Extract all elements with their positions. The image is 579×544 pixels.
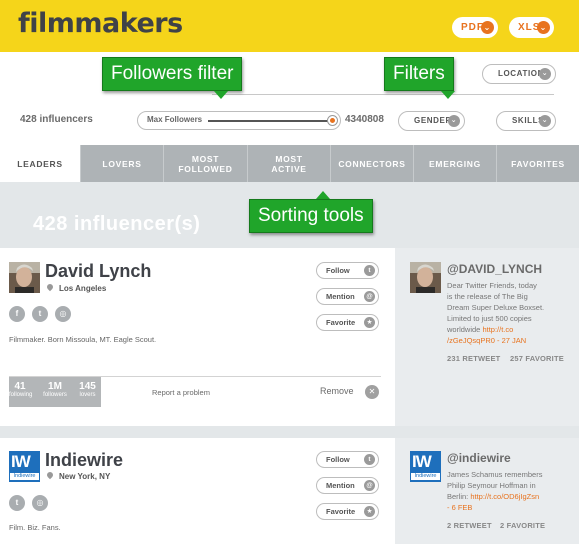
slider-handle[interactable]	[328, 116, 337, 125]
location-text: Los Angeles	[59, 284, 107, 293]
follow-label: Follow	[326, 266, 350, 275]
location-pin-icon	[45, 282, 55, 292]
chevron-down-icon: ⌄	[539, 68, 551, 80]
chevron-down-icon: ⌄	[539, 115, 551, 127]
tweet-text: James Schamus remembers Philip Seymour H…	[447, 470, 543, 513]
twitter-handle[interactable]: @indiewire	[447, 451, 511, 465]
stats-box: 41 following 1M followers 145 lovers	[9, 377, 101, 407]
tab-connectors[interactable]: CONNECTORS	[330, 145, 413, 182]
follow-label: Follow	[326, 455, 350, 464]
twitter-icon: t	[364, 454, 375, 465]
logo-subtext: Indiewire	[10, 473, 39, 480]
chevron-down-icon: ⌄	[481, 21, 494, 34]
callout-sorting-tools: Sorting tools	[249, 199, 373, 233]
sort-tabs: LEADERS LOVERS MOST FOLLOWED MOST ACTIVE…	[0, 145, 579, 182]
pdf-export-button[interactable]: PDF ⌄	[452, 17, 498, 38]
chevron-down-icon: ⌄	[448, 115, 460, 127]
location-filter-label: LOCATION	[498, 69, 544, 78]
influencer-name[interactable]: David Lynch	[45, 261, 151, 282]
tab-most-followed[interactable]: MOST FOLLOWED	[163, 145, 247, 182]
avatar: IW Indiewire	[410, 451, 441, 482]
stat-following: 41 following	[9, 381, 33, 398]
avatar	[410, 262, 441, 293]
twitter-icon[interactable]: t	[32, 306, 48, 322]
star-icon: ★	[364, 317, 375, 328]
tweet-text: Dear Twitter Friends, today is the relea…	[447, 281, 545, 346]
mention-button[interactable]: Mention @	[316, 288, 379, 305]
twitter-icon[interactable]: t	[9, 495, 25, 511]
filter-divider	[212, 94, 554, 95]
logo-subtext: Indiewire	[411, 473, 440, 480]
twitter-handle[interactable]: @DAVID_LYNCH	[447, 262, 542, 276]
mention-button[interactable]: Mention @	[316, 477, 379, 494]
follow-button[interactable]: Follow t	[316, 262, 379, 279]
globe-icon[interactable]: ◎	[32, 495, 48, 511]
results-count: 428 influencer(s)	[33, 213, 201, 235]
favorite-button[interactable]: Favorite ★	[316, 314, 379, 331]
slider-max-value: 4340808	[345, 114, 384, 125]
tweet-link[interactable]: /zGeJQsqPR0 - 27 JAN	[447, 335, 544, 346]
callout-arrow	[214, 91, 228, 99]
callout-arrow	[316, 191, 330, 199]
avatar[interactable]	[9, 262, 40, 293]
tab-most-active[interactable]: MOST ACTIVE	[247, 145, 330, 182]
xls-export-button[interactable]: XLS ⌄	[509, 17, 554, 38]
tab-emerging[interactable]: EMERGING	[413, 145, 496, 182]
retweet-count: 231 RETWEET	[447, 354, 501, 363]
max-followers-slider[interactable]: Max Followers	[137, 111, 341, 130]
gender-filter-button[interactable]: GENDER ⌄	[398, 111, 465, 131]
page-title: filmmakers	[18, 8, 183, 39]
report-problem-link[interactable]: Report a problem	[152, 388, 210, 397]
remove-link[interactable]: Remove	[320, 386, 354, 396]
follow-button[interactable]: Follow t	[316, 451, 379, 468]
favorite-button[interactable]: Favorite ★	[316, 503, 379, 520]
slider-track	[208, 120, 332, 122]
location-text: New York, NY	[59, 472, 111, 481]
twitter-icon: t	[364, 265, 375, 276]
influencer-name[interactable]: Indiewire	[45, 450, 123, 471]
callout-followers-filter: Followers filter	[102, 57, 243, 91]
stat-lovers: 145 lovers	[79, 381, 96, 398]
tweet-link[interactable]: - 6 FEB	[447, 502, 542, 513]
retweet-count: 2 RETWEET	[447, 521, 492, 530]
callout-arrow	[441, 91, 455, 99]
location-pin-icon	[45, 470, 55, 480]
favorite-count: 2 FAVORITE	[500, 521, 546, 530]
chevron-down-icon: ⌄	[537, 21, 550, 34]
avatar[interactable]: IW Indiewire	[9, 451, 40, 482]
slider-label: Max Followers	[147, 115, 203, 124]
influencer-location: New York, NY	[45, 470, 111, 481]
influencer-count: 428 influencers	[20, 114, 93, 125]
facebook-icon[interactable]: f	[9, 306, 25, 322]
skills-filter-button[interactable]: SKILLS ⌄	[496, 111, 556, 131]
influencer-bio: Filmmaker. Born Missoula, MT. Eagle Scou…	[9, 335, 157, 344]
globe-icon[interactable]: ◎	[55, 306, 71, 322]
gender-filter-label: GENDER	[414, 116, 452, 125]
logo-text: IW	[11, 452, 31, 471]
close-icon[interactable]: ✕	[365, 385, 379, 399]
tab-favorites[interactable]: FAVORITES	[496, 145, 579, 182]
tab-leaders[interactable]: LEADERS	[0, 145, 80, 182]
favorite-count: 257 FAVORITE	[510, 354, 564, 363]
favorite-label: Favorite	[326, 507, 356, 516]
tweet-link[interactable]: http://t.co/OD6jIgZsn	[470, 492, 539, 501]
at-icon: @	[364, 291, 375, 302]
at-icon: @	[364, 480, 375, 491]
callout-filters: Filters	[384, 57, 454, 91]
favorite-label: Favorite	[326, 318, 356, 327]
star-icon: ★	[364, 506, 375, 517]
influencer-bio: Film. Biz. Fans.	[9, 523, 61, 532]
logo-text: IW	[412, 452, 432, 471]
app-header: filmmakers PDF ⌄ XLS ⌄	[0, 0, 579, 52]
mention-label: Mention	[326, 481, 355, 490]
mention-label: Mention	[326, 292, 355, 301]
stat-followers: 1M followers	[43, 381, 67, 398]
tweet-link[interactable]: http://t.co	[482, 325, 513, 334]
location-filter-button[interactable]: LOCATION ⌄	[482, 64, 556, 84]
influencer-location: Los Angeles	[45, 282, 107, 293]
card-separator	[0, 426, 579, 438]
tab-lovers[interactable]: LOVERS	[80, 145, 163, 182]
